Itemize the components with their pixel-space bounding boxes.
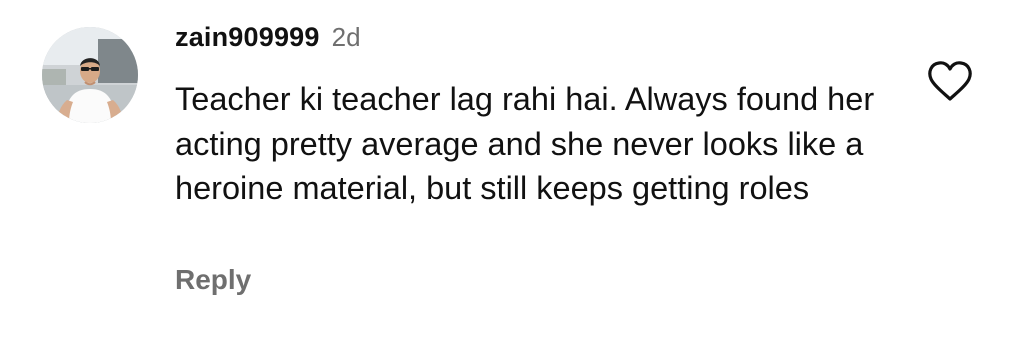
comment-item: zain909999 2d Teacher ki teacher lag rah… (0, 0, 1024, 344)
avatar[interactable] (42, 27, 138, 123)
comment-text: Teacher ki teacher lag rahi hai. Always … (175, 81, 875, 206)
avatar-image (42, 27, 138, 123)
heart-outline-icon (928, 61, 972, 101)
reply-button[interactable]: Reply (175, 262, 251, 298)
like-button[interactable] (927, 59, 973, 103)
comment-meta: zain909999 2d (175, 22, 361, 62)
username[interactable]: zain909999 (175, 22, 320, 53)
timestamp: 2d (331, 22, 361, 52)
